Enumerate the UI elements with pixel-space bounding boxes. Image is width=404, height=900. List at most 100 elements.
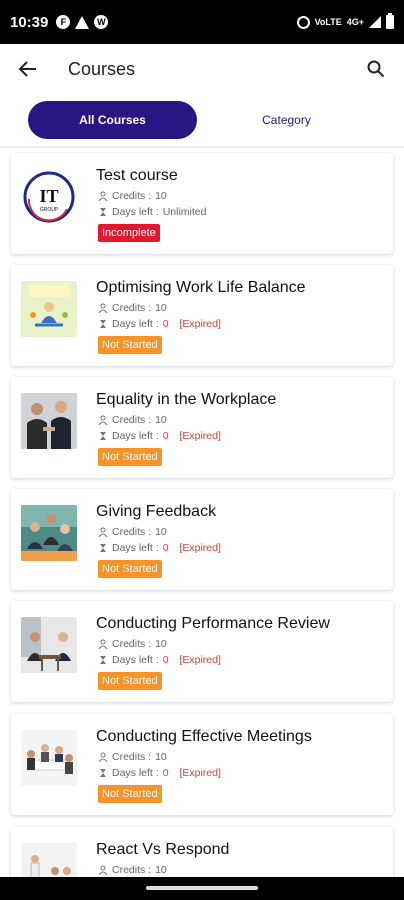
status-time: 10:39	[10, 13, 49, 31]
carrier-label: VoLTE	[314, 16, 342, 27]
interview-photo	[21, 617, 77, 673]
network-label: 4G+	[346, 16, 364, 27]
status-bar: 10:39 F W VoLTE 4G+	[0, 0, 404, 44]
days-left-label: Days left :	[112, 542, 159, 554]
course-tabs: All Courses Category	[0, 99, 404, 141]
course-thumbnail	[21, 393, 77, 449]
course-list[interactable]: IT GROUP Test course Credits : 10 Days l…	[0, 150, 404, 877]
conference-photo	[21, 730, 77, 786]
svg-text:GROUP: GROUP	[40, 207, 59, 213]
credits-icon	[98, 752, 108, 762]
search-button[interactable]	[364, 57, 388, 81]
days-left-value: 0	[162, 430, 169, 442]
course-credits: Credits : 10	[98, 751, 167, 763]
notification-icons: F W	[56, 15, 109, 29]
credits-value: 10	[155, 526, 167, 538]
hourglass-icon	[100, 432, 106, 440]
status-badge: Not Started	[98, 672, 162, 690]
course-days-left: Days left : 0 [Expired]	[98, 430, 221, 442]
course-thumbnail: IT GROUP	[21, 169, 77, 225]
days-left-value: 0	[162, 654, 169, 666]
it-group-logo: IT GROUP	[21, 169, 77, 225]
days-left-value: 0	[162, 318, 169, 330]
course-card[interactable]: IT GROUP Test course Credits : 10 Days l…	[11, 153, 393, 254]
credits-value: 10	[155, 638, 167, 650]
app-bar: Courses	[0, 44, 404, 94]
course-card[interactable]: Conducting Performance Review Credits : …	[11, 601, 393, 702]
whatsapp-icon: W	[94, 15, 109, 29]
course-days-left: Days left : 0 [Expired]	[98, 767, 221, 779]
hourglass-icon	[100, 544, 106, 552]
days-left-label: Days left :	[112, 767, 159, 779]
system-icons: VoLTE 4G+	[296, 13, 394, 29]
warning-icon	[75, 15, 90, 29]
signal-icon	[369, 16, 381, 28]
expired-label: [Expired]	[179, 542, 221, 554]
course-days-left: Days left : Unlimited	[98, 206, 206, 218]
course-title: Giving Feedback	[96, 503, 217, 520]
status-badge: Not Started	[98, 785, 162, 803]
course-thumbnail	[21, 843, 77, 877]
course-thumbnail	[21, 505, 77, 561]
hourglass-icon	[100, 656, 106, 664]
days-left-label: Days left :	[112, 318, 159, 330]
course-title: React Vs Respond	[96, 841, 230, 858]
credits-label: Credits :	[112, 638, 152, 650]
hourglass-icon	[100, 320, 106, 328]
system-nav-bar	[0, 877, 404, 900]
meeting-photo	[21, 505, 77, 561]
credits-value: 10	[155, 751, 167, 763]
credits-icon	[98, 865, 108, 875]
days-left-value: Unlimited	[162, 206, 207, 218]
presenter-photo	[21, 843, 77, 877]
credits-label: Credits :	[112, 190, 152, 202]
meditation-illustration	[21, 281, 77, 337]
credits-value: 10	[155, 864, 167, 876]
status-badge: Not Started	[98, 336, 162, 354]
course-days-left: Days left : 0 [Expired]	[98, 654, 221, 666]
home-gesture-handle[interactable]	[146, 886, 258, 890]
course-credits: Credits : 10	[98, 638, 167, 650]
credits-label: Credits :	[112, 751, 152, 763]
page-title: Courses	[68, 58, 136, 79]
course-card[interactable]: Equality in the Workplace Credits : 10 D…	[11, 377, 393, 478]
course-title: Conducting Performance Review	[96, 615, 330, 632]
alarm-icon	[296, 15, 310, 29]
credits-label: Credits :	[112, 526, 152, 538]
credits-icon	[98, 527, 108, 537]
credits-icon	[98, 303, 108, 313]
course-card[interactable]: Giving Feedback Credits : 10 Days left :…	[11, 489, 393, 590]
handshake-photo	[21, 393, 77, 449]
back-button[interactable]	[16, 57, 40, 81]
days-left-label: Days left :	[112, 206, 159, 218]
course-thumbnail	[21, 281, 77, 337]
arrow-left-icon	[18, 61, 36, 77]
credits-icon	[98, 639, 108, 649]
app-notification-icon: F	[56, 15, 71, 29]
expired-label: [Expired]	[179, 767, 221, 779]
course-card[interactable]: Optimising Work Life Balance Credits : 1…	[11, 265, 393, 366]
course-credits: Credits : 10	[98, 190, 167, 202]
course-credits: Credits : 10	[98, 864, 167, 876]
course-title: Test course	[96, 167, 178, 184]
credits-label: Credits :	[112, 864, 152, 876]
course-days-left: Days left : 0 [Expired]	[98, 318, 221, 330]
days-left-value: 0	[162, 767, 169, 779]
course-days-left: Days left : 0 [Expired]	[98, 542, 221, 554]
course-title: Optimising Work Life Balance	[96, 279, 306, 296]
credits-label: Credits :	[112, 302, 152, 314]
course-credits: Credits : 10	[98, 302, 167, 314]
svg-text:IT: IT	[39, 186, 58, 206]
hourglass-icon	[100, 769, 106, 777]
tab-all-courses[interactable]: All Courses	[28, 101, 197, 139]
course-card[interactable]: React Vs Respond Credits : 10	[11, 827, 393, 877]
expired-label: [Expired]	[179, 318, 221, 330]
course-card[interactable]: Conducting Effective Meetings Credits : …	[11, 714, 393, 815]
status-badge: Not Started	[98, 448, 162, 466]
credits-icon	[98, 191, 108, 201]
search-icon	[367, 60, 385, 78]
expired-label: [Expired]	[179, 430, 221, 442]
expired-label: [Expired]	[179, 654, 221, 666]
days-left-label: Days left :	[112, 430, 159, 442]
tab-category[interactable]: Category	[197, 101, 376, 139]
